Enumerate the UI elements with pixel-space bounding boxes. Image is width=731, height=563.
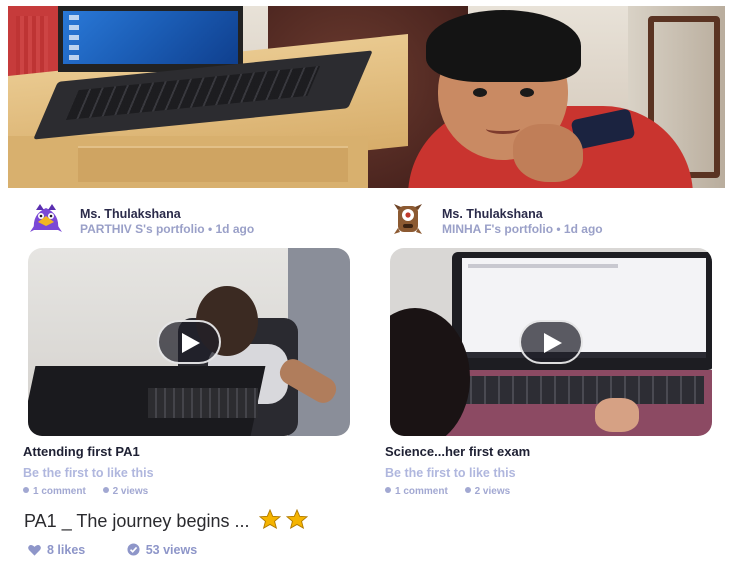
boy-hand bbox=[513, 124, 583, 182]
laptop-screen bbox=[58, 6, 243, 72]
brown-cyclops-monster-avatar-icon[interactable] bbox=[390, 200, 426, 236]
post-title: PA1 _ The journey begins ... bbox=[24, 508, 308, 534]
post-author[interactable]: Ms. Thulakshana bbox=[80, 207, 181, 221]
video-thumbnail[interactable] bbox=[390, 248, 712, 436]
boy-eye-right bbox=[520, 88, 534, 97]
eye-icon bbox=[102, 487, 109, 493]
post-caption: Attending first PA1 bbox=[23, 444, 140, 459]
star-icon bbox=[285, 508, 308, 530]
check-circle-icon bbox=[127, 543, 140, 556]
post-summary: PA1 _ The journey begins ... 8 likes 53 … bbox=[14, 495, 574, 563]
purple-monster-avatar-icon[interactable] bbox=[28, 200, 64, 236]
post-summary-stats: 8 likes 53 views bbox=[28, 543, 235, 557]
boy-hair bbox=[426, 10, 581, 82]
desk-drawer bbox=[78, 146, 348, 182]
post-caption: Science...her first exam bbox=[385, 444, 531, 459]
comment-icon bbox=[23, 487, 29, 493]
play-button[interactable] bbox=[519, 320, 583, 364]
boy-smile bbox=[486, 124, 520, 134]
views-count: 53 views bbox=[127, 543, 197, 557]
post-meta[interactable]: PARTHIV S's portfolio • 1d ago bbox=[80, 222, 254, 236]
post-author[interactable]: Ms. Thulakshana bbox=[442, 207, 543, 221]
eye-icon bbox=[464, 487, 471, 493]
heart-icon bbox=[28, 545, 41, 556]
like-prompt[interactable]: Be the first to like this bbox=[385, 466, 516, 480]
boy-eye-left bbox=[473, 88, 487, 97]
post-card-minha[interactable]: Ms. Thulakshana MINHA F's portfolio • 1d… bbox=[380, 190, 731, 500]
star-emoji bbox=[258, 508, 308, 534]
post-card-parthiv[interactable]: Ms. Thulakshana PARTHIV S's portfolio • … bbox=[18, 190, 373, 500]
play-icon bbox=[182, 333, 200, 353]
like-prompt[interactable]: Be the first to like this bbox=[23, 466, 154, 480]
top-photo bbox=[8, 6, 725, 188]
play-icon bbox=[544, 333, 562, 353]
play-button[interactable] bbox=[157, 320, 221, 364]
post-meta[interactable]: MINHA F's portfolio • 1d ago bbox=[442, 222, 603, 236]
likes-count[interactable]: 8 likes bbox=[28, 543, 85, 557]
star-icon bbox=[258, 508, 281, 530]
video-thumbnail[interactable] bbox=[28, 248, 350, 436]
comment-icon bbox=[385, 487, 391, 493]
